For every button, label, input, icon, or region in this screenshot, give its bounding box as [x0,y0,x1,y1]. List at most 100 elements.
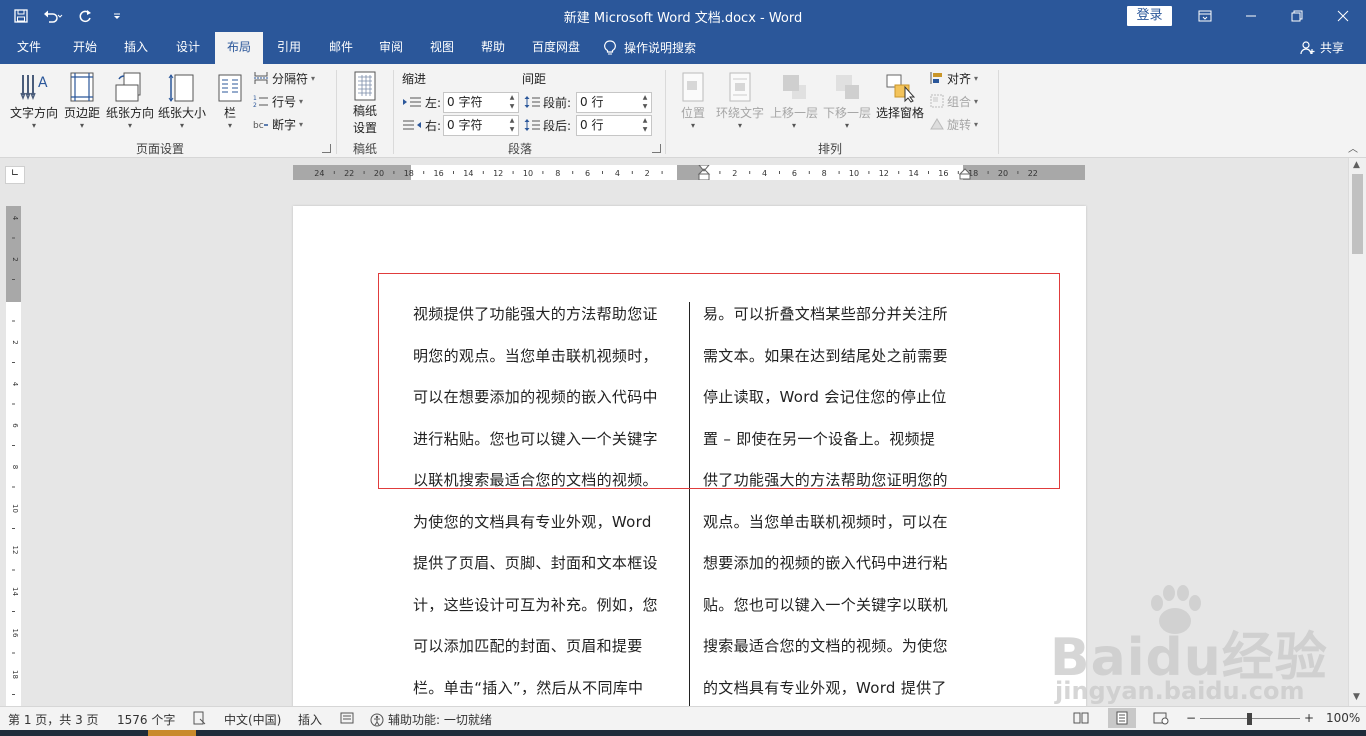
proofing-icon[interactable] [192,711,206,725]
restore-icon[interactable] [1274,0,1320,32]
scrollbar-thumb[interactable] [1352,174,1363,254]
taskbar-item[interactable] [148,730,196,736]
print-layout-icon[interactable] [1108,708,1136,728]
text-line[interactable]: 提供了页眉、页脚、封面和文本框设 [413,553,658,595]
text-line[interactable]: 为使您的文档具有专业外观，Word [413,512,658,554]
text-line[interactable]: 以联机搜索最适合您的文档的视频。 [413,470,658,512]
wrap-text-button[interactable]: 环绕文字 ▾ [714,70,766,136]
send-backward-button[interactable]: 下移一层 ▾ [821,70,873,136]
vertical-ruler[interactable]: 4 2 2 4 6 8 10 12 14 16 18 [6,206,21,706]
zoom-slider-thumb[interactable] [1247,713,1252,725]
manuscript-settings-button[interactable]: 稿纸 设置 [344,70,386,136]
zoom-out-icon[interactable]: − [1186,711,1196,725]
close-icon[interactable] [1320,0,1366,32]
orientation-label: 纸张方向 [105,106,154,120]
hyphenation-button[interactable]: bc 断字 ▾ [253,114,303,134]
size-button[interactable]: 纸张大小 ▾ [156,70,208,136]
text-line[interactable]: 明您的观点。当您单击联机视频时， [413,346,658,388]
taskbar [0,730,1366,736]
share-button[interactable]: 共享 [1300,39,1344,56]
tab-selector-icon[interactable]: ∟ [5,166,25,184]
tab-design[interactable]: 设计 [164,32,212,64]
indent-left-input[interactable]: 0 字符 ▲ ▼ [443,92,519,113]
text-line[interactable]: 易。可以折叠文档某些部分并关注所 [703,304,948,346]
bring-forward-button[interactable]: 上移一层 ▾ [768,70,820,136]
align-button[interactable]: 对齐 ▾ [930,68,978,88]
scroll-up-icon[interactable]: ▲ [1353,160,1360,170]
insert-mode[interactable]: 插入 [298,711,322,728]
login-button[interactable]: 登录 [1127,6,1172,26]
accessibility-icon [370,713,384,726]
tab-file[interactable]: 文件 [6,32,52,64]
tab-insert[interactable]: 插入 [112,32,160,64]
spinner-arrows-icon[interactable]: ▲ ▼ [640,116,650,135]
text-line[interactable]: 贴。您也可以键入一个关键字以联机 [703,595,948,637]
columns-button[interactable]: 栏 ▾ [216,70,244,136]
column-1[interactable]: 视频提供了功能强大的方法帮助您证 明您的观点。当您单击联机视频时， 可以在想要添… [413,304,658,706]
orientation-button[interactable]: 纸张方向 ▾ [104,70,156,136]
tab-mailings[interactable]: 邮件 [318,32,364,64]
selection-pane-button[interactable]: 选择窗格 [874,70,926,136]
text-line[interactable]: 观点。当您单击联机视频时，可以在 [703,512,948,554]
spinner-arrows-icon[interactable]: ▲ ▼ [640,93,650,112]
text-line[interactable]: 需文本。如果在达到结尾处之前需要 [703,346,948,388]
page-setup-dialog-launcher-icon[interactable] [322,144,331,153]
spinner-arrows-icon[interactable]: ▲ ▼ [507,93,517,112]
indent-right-input[interactable]: 0 字符 ▲ ▼ [443,115,519,136]
margins-button[interactable]: 页边距 ▾ [62,70,102,136]
tell-me-search[interactable]: 操作说明搜索 [604,32,714,64]
tab-home[interactable]: 开始 [60,32,110,64]
text-line[interactable]: 的文档具有专业外观，Word 提供了 [703,678,948,707]
tab-baidu-netdisk[interactable]: 百度网盘 [522,32,590,64]
text-line[interactable]: 想要添加的视频的嵌入代码中进行粘 [703,553,948,595]
macro-record-icon[interactable] [340,711,354,725]
zoom-level[interactable]: 100% [1326,711,1360,725]
word-count[interactable]: 1576 个字 [117,711,175,728]
spinner-arrows-icon[interactable]: ▲ ▼ [507,116,517,135]
text-line[interactable]: 视频提供了功能强大的方法帮助您证 [413,304,658,346]
margins-icon [68,70,96,104]
text-line[interactable]: 置 – 即使在另一个设备上。视频提 [703,429,948,471]
text-line[interactable]: 停止读取，Word 会记住您的停止位 [703,387,948,429]
column-2[interactable]: 易。可以折叠文档某些部分并关注所 需文本。如果在达到结尾处之前需要 停止读取，W… [703,304,948,706]
text-line[interactable]: 栏。单击“插入”，然后从不同库中 [413,678,658,707]
spacing-before-input[interactable]: 0 行 ▲ ▼ [576,92,652,113]
text-line[interactable]: 搜索最适合您的文档的视频。为使您 [703,636,948,678]
zoom-in-icon[interactable]: + [1304,711,1314,725]
collapse-ribbon-icon[interactable]: ︿ [1348,140,1358,155]
spacing-header: 间距 [522,71,547,86]
status-bar: 第 1 页，共 3 页 1576 个字 中文(中国) 插入 辅助功能: 一切就绪… [0,706,1366,730]
tab-view[interactable]: 视图 [419,32,465,64]
accessibility-status[interactable]: 辅助功能: 一切就绪 [370,711,492,728]
horizontal-ruler[interactable]: 24 22 20 18 16 14 12 10 8 6 4 2 2 4 6 8 10 12 14 16 18 20 22 [293,165,1085,180]
chevron-down-icon: ▾ [690,121,695,130]
page-count[interactable]: 第 1 页，共 3 页 [8,711,99,728]
spacing-after-input[interactable]: 0 行 ▲ ▼ [576,115,652,136]
paragraph-dialog-launcher-icon[interactable] [652,144,661,153]
breaks-button[interactable]: 分隔符 ▾ [253,68,315,88]
indent-marker-icon[interactable] [697,165,711,180]
rotate-button[interactable]: 旋转 ▾ [930,114,978,134]
tab-review[interactable]: 审阅 [368,32,414,64]
text-line[interactable]: 计，这些设计可互为补充。例如，您 [413,595,658,637]
tab-references[interactable]: 引用 [266,32,312,64]
text-line[interactable]: 可以在想要添加的视频的嵌入代码中 [413,387,658,429]
tab-help[interactable]: 帮助 [470,32,516,64]
tab-layout[interactable]: 布局 [215,32,263,64]
line-numbers-button[interactable]: 12 行号 ▾ [253,91,303,111]
text-line[interactable]: 可以添加匹配的封面、页眉和提要 [413,636,658,678]
text-line[interactable]: 供了功能强大的方法帮助您证明您的 [703,470,948,512]
read-mode-icon[interactable] [1073,711,1089,725]
position-button[interactable]: 位置 ▾ [675,70,711,136]
group-button[interactable]: 组合 ▾ [930,91,978,111]
chevron-down-icon: ▾ [974,96,979,106]
language-indicator[interactable]: 中文(中国) [224,711,281,728]
page[interactable]: 视频提供了功能强大的方法帮助您证 明您的观点。当您单击联机视频时， 可以在想要添… [293,206,1086,706]
minimize-icon[interactable] [1228,0,1274,32]
watermark-url: jingyan.baidu.com [1055,677,1305,705]
text-direction-button[interactable]: A 文字方向 ▾ [8,70,60,136]
text-line[interactable]: 进行粘贴。您也可以键入一个关键字 [413,429,658,471]
ribbon-display-options-icon[interactable] [1182,0,1228,32]
web-layout-icon[interactable] [1153,711,1169,725]
send-backward-icon [833,70,861,104]
